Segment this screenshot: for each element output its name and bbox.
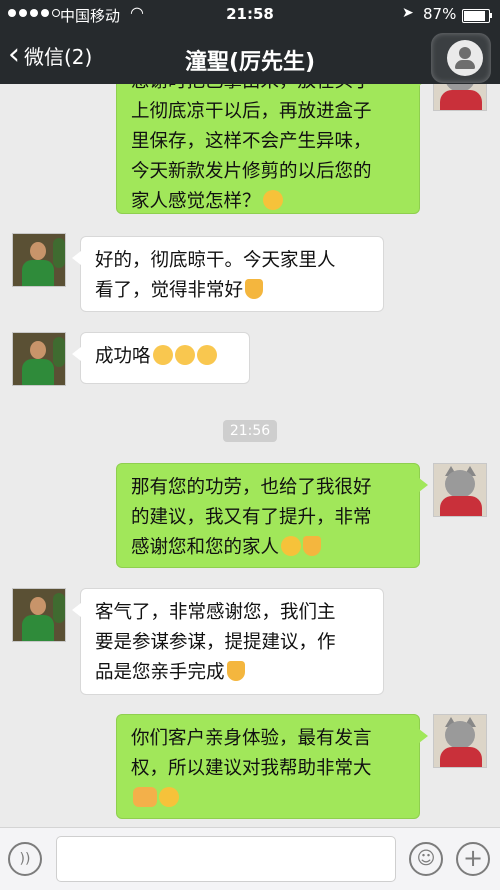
message-line: 里保存，这样不会产生异味，	[131, 131, 372, 152]
timestamp: 21:56	[223, 420, 277, 442]
message-bubble-incoming[interactable]: 成功咯	[72, 332, 250, 384]
message-line: 感谢您和您的家人	[131, 537, 280, 558]
hide-face-emoji-icon	[196, 345, 217, 365]
my-avatar[interactable]	[433, 714, 487, 768]
message-line: 那有您的功劳，也给了我很好	[131, 477, 372, 498]
message-line: 成功咯	[95, 346, 151, 367]
top-bar: 中国移动 ◠ 21:58 ➤ 87% ‹ 微信(2) 潼聖(厉先生)	[0, 0, 500, 84]
more-button[interactable]: +	[456, 842, 490, 876]
emoji-button[interactable]: ☺	[409, 842, 443, 876]
contact-avatar[interactable]	[12, 588, 66, 642]
message-line: 家人感觉怎样？	[131, 191, 261, 212]
message-bubble-incoming[interactable]: 好的，彻底晾干。今天家里人 看了，觉得非常好	[72, 236, 384, 312]
smile-emoji-icon	[281, 536, 302, 556]
smile-emoji-icon	[159, 787, 179, 807]
message-line: 看了，觉得非常好	[95, 280, 244, 301]
message-line: 的建议，我又有了提升，非常	[131, 507, 372, 528]
message-bubble-outgoing[interactable]: 那有您的功劳，也给了我很好 的建议，我又有了提升，非常 感谢您和您的家人	[116, 463, 428, 568]
input-bar: )) ☺ +	[0, 827, 500, 890]
hide-face-emoji-icon	[152, 345, 173, 365]
message-input[interactable]	[56, 836, 396, 882]
hide-face-emoji-icon	[174, 345, 195, 365]
my-avatar[interactable]	[433, 463, 487, 517]
message-line: 要是参谋参谋，提提建议，作	[95, 632, 336, 653]
contact-avatar[interactable]	[12, 332, 66, 386]
person-icon	[447, 40, 483, 76]
smiley-icon: ☺	[416, 848, 436, 869]
smile-emoji-icon	[262, 190, 283, 210]
status-bar: 中国移动 ◠ 21:58 ➤ 87%	[0, 0, 500, 30]
message-bubble-outgoing[interactable]: 你们客户亲身体验，最有发言 权，所以建议对我帮助非常大	[116, 714, 428, 819]
message-line: 权，所以建议对我帮助非常大	[131, 758, 372, 779]
handshake-emoji-icon	[133, 787, 157, 807]
message-bubble-incoming[interactable]: 客气了，非常感谢您，我们主 要是参谋参谋，提提建议，作 品是您亲手完成	[72, 588, 384, 695]
battery-percent: 87%	[423, 5, 457, 23]
message-line: 你们客户亲身体验，最有发言	[131, 728, 372, 749]
contact-avatar[interactable]	[12, 233, 66, 287]
nav-bar: ‹ 微信(2) 潼聖(厉先生)	[0, 30, 500, 84]
message-line: 品是您亲手完成	[95, 662, 225, 683]
message-line: 客气了，非常感谢您，我们主	[95, 602, 336, 623]
chat-title: 潼聖(厉先生)	[184, 50, 316, 75]
voice-input-button[interactable]: ))	[8, 842, 42, 876]
profile-button[interactable]	[431, 33, 491, 83]
message-line: 上彻底凉干以后，再放进盒子	[131, 101, 372, 122]
voice-icon: ))	[19, 851, 31, 867]
location-icon: ➤	[402, 5, 414, 21]
message-line: 好的，彻底晾干。今天家里人	[95, 250, 336, 271]
thumbs-up-emoji-icon	[245, 279, 264, 299]
message-line: 今天新款发片修剪的以后您的	[131, 161, 372, 182]
thumbs-up-emoji-icon	[303, 536, 322, 556]
battery-icon	[462, 9, 490, 23]
thumbs-up-emoji-icon	[226, 661, 245, 681]
plus-icon: +	[462, 844, 484, 872]
